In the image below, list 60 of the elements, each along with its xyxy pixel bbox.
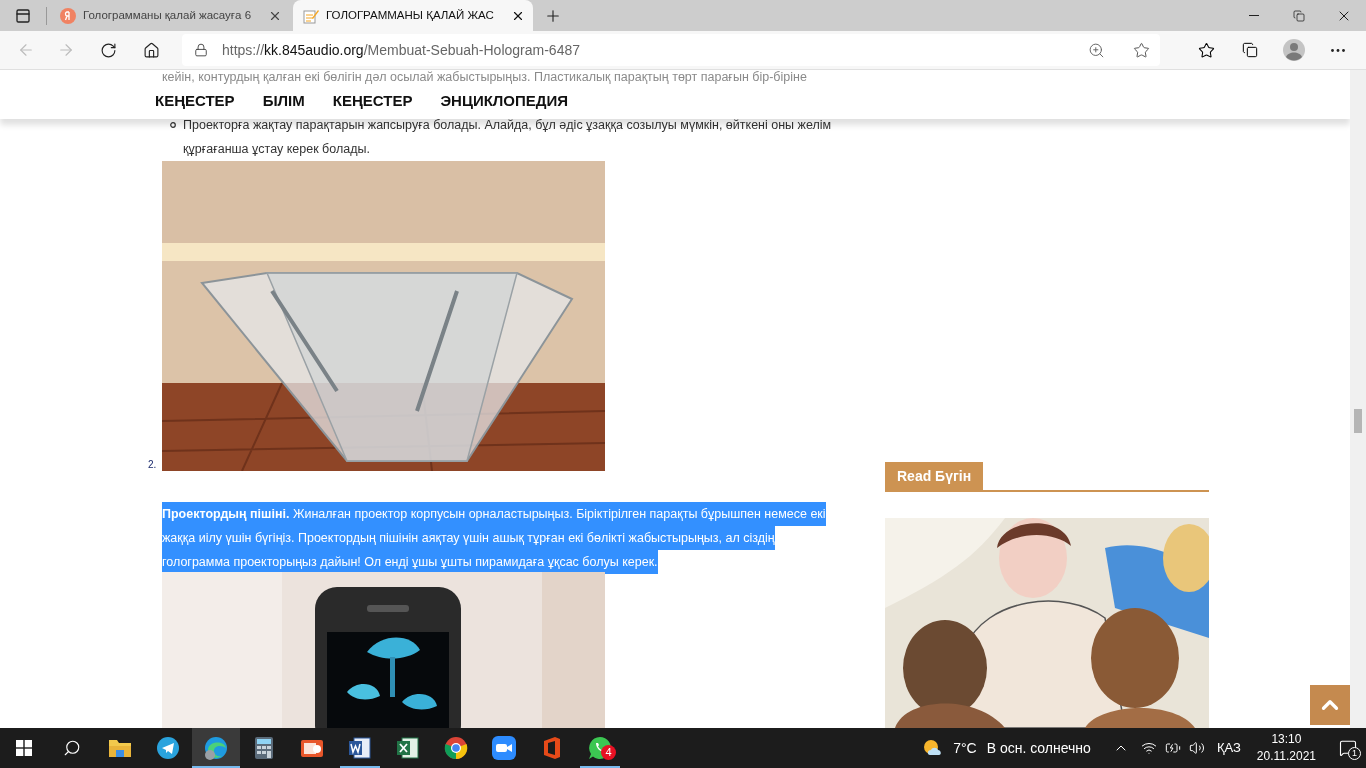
zoom-icon[interactable] [1088, 41, 1105, 59]
minimize-icon [1248, 15, 1259, 16]
folder-icon [108, 738, 132, 758]
action-center-button[interactable]: 1 [1330, 728, 1366, 768]
back-to-top-button[interactable] [1310, 685, 1350, 725]
notepad-icon [303, 7, 319, 24]
spreadsheet-icon [396, 736, 420, 760]
taskbar-app-button[interactable]: 4 [576, 728, 624, 768]
notification-badge: 4 [601, 745, 616, 760]
refresh-icon [99, 41, 117, 59]
document-icon [348, 736, 372, 760]
notification-count: 1 [1348, 747, 1361, 760]
address-field[interactable]: https://kk.845audio.org/Membuat-Sebuah-Hologram-6487 [182, 34, 1160, 66]
calculator-icon [254, 736, 274, 760]
weather-text: В осн. солнечно [986, 738, 1091, 758]
language-indicator[interactable]: ҚАЗ [1216, 738, 1241, 758]
add-favorite-icon[interactable] [1133, 41, 1150, 59]
avatar-icon [1283, 39, 1305, 61]
temperature-text: 7°C [953, 738, 977, 758]
browser-tab[interactable]: ГОЛОГРАММАНЫ ҚАЛАЙ ЖАС [293, 0, 533, 31]
paragraph-text: кейін, контурдың қалған екі бөлігін дәл осылай жабыстырыңыз. Пластикалық парақтың төрт парағын бір-біріне [162, 70, 808, 84]
collections-icon [1242, 42, 1258, 58]
more-icon [1331, 48, 1345, 52]
video-camera-icon [492, 736, 516, 760]
volume-icon[interactable] [1188, 740, 1205, 756]
sun-cloud-icon [923, 739, 944, 757]
section-heading: Read Бүгін [885, 462, 984, 490]
nav-link[interactable]: ЭНЦИКЛОПЕДИЯ [440, 90, 569, 113]
office-icon [542, 736, 562, 760]
presentation-icon [300, 737, 324, 759]
home-icon [142, 41, 160, 59]
message-icon [1339, 739, 1357, 757]
browser-tab[interactable]: Голограмманы қалай жасауға 6 [50, 0, 290, 31]
date-text: 20.11.2021 [1256, 748, 1316, 765]
scrollbar[interactable] [1350, 70, 1366, 728]
nav-link[interactable]: КЕҢЕСТЕР [332, 90, 413, 113]
url-text: https://kk.845audio.org/Membuat-Sebuah-Hologram-6487 [222, 40, 581, 60]
tab-actions-icon [15, 7, 31, 24]
restore-icon [1292, 9, 1305, 22]
scrollbar-thumb[interactable] [1354, 409, 1362, 433]
wifi-icon[interactable] [1140, 740, 1157, 756]
browser-icon [444, 736, 468, 760]
site-logo-icon [60, 7, 76, 24]
star-list-icon [1197, 41, 1215, 59]
bullet-icon [170, 122, 176, 128]
clock[interactable]: 13:10 20.11.2021 [1256, 731, 1316, 765]
lock-icon [194, 43, 208, 57]
browser-icon [204, 736, 228, 760]
taskbar-app-button[interactable] [192, 728, 240, 768]
step-number: 2. [148, 459, 158, 471]
battery-icon[interactable] [1164, 740, 1181, 756]
nav-link[interactable]: БІЛІМ [262, 90, 305, 113]
weather-widget[interactable]: 7°C В осн. солнечно [919, 728, 1095, 768]
windows-icon [16, 740, 32, 756]
list-item-text: Проекторға жақтау парақтарын жапсыруға болады. Алайда, бұл әдіс ұзаққа созылуы мүмкін, өйткені оны желім құрғағанша ұстау керек болады. [183, 117, 833, 158]
search-icon [63, 739, 81, 757]
time-text: 13:10 [1271, 731, 1302, 748]
forward-arrow-icon [57, 41, 75, 59]
paper-plane-icon [157, 737, 179, 759]
nav-link[interactable]: КЕҢЕСТЕР [155, 90, 235, 113]
